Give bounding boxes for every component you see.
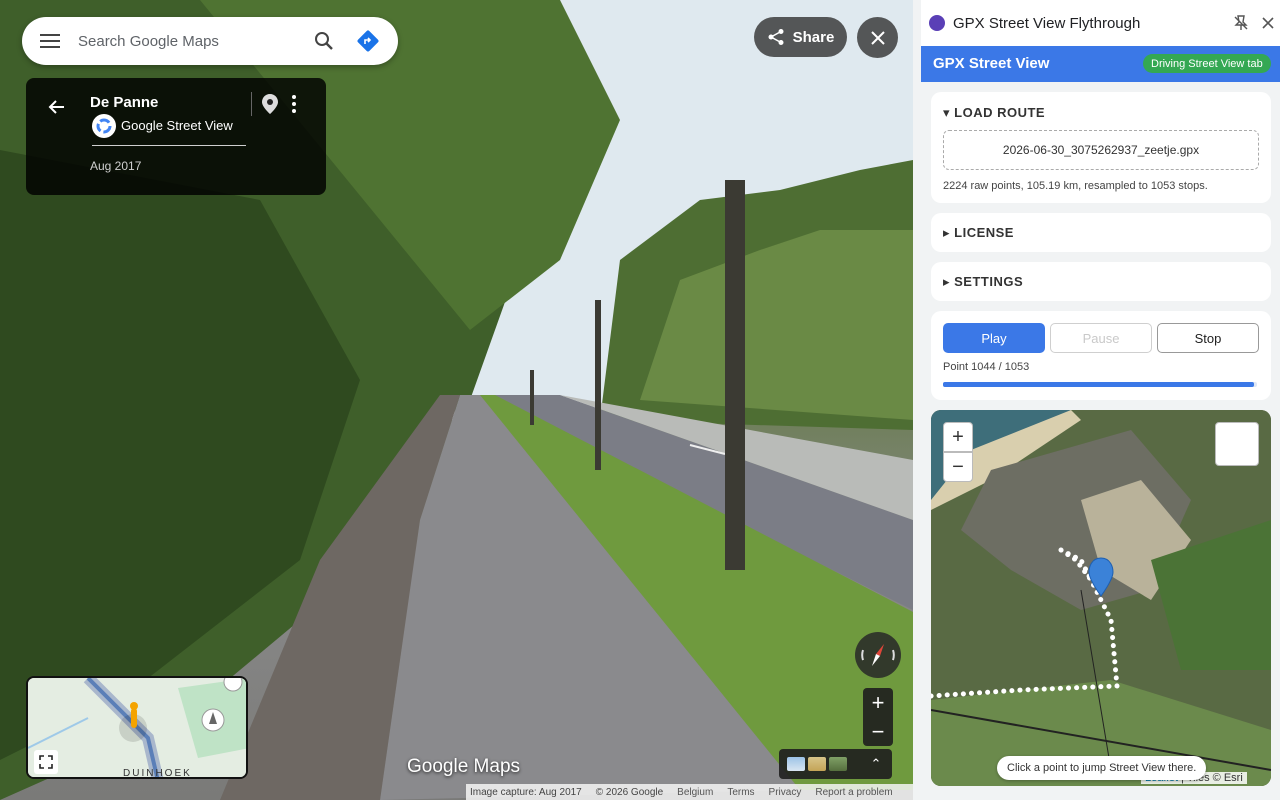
privacy-link[interactable]: Privacy [769,787,802,798]
share-button[interactable]: Share [754,17,847,57]
expand-up-icon[interactable]: ⌃ [865,753,887,775]
license-toggle[interactable]: ▸ LICENSE [943,225,1014,241]
map-zoom-out-button[interactable]: − [943,452,973,482]
pause-button[interactable]: Pause [1050,323,1152,353]
close-panel-icon[interactable] [1259,14,1277,32]
settings-section[interactable]: ▸ SETTINGS [931,262,1271,301]
maps-footer: Image capture: Aug 2017 © 2026 Google Be… [466,784,913,800]
extension-side-panel: GPX Street View Flythrough GPX Street Vi… [913,0,1280,800]
load-route-section: ▾ LOAD ROUTE 2026-06-30_3075262937_zeetj… [931,92,1271,203]
google-maps-logo: Google Maps [407,756,521,777]
zoom-out-button[interactable]: − [863,717,893,746]
place-title: De Panne [90,94,159,111]
status-badge: Driving Street View tab [1143,54,1271,73]
fullscreen-icon[interactable] [34,750,58,774]
route-stats: 2224 raw points, 105.19 km, resampled to… [943,180,1208,192]
close-icon [870,30,885,45]
settings-toggle[interactable]: ▸ SETTINGS [943,274,1023,290]
minimap-label: DUINHOEK [123,768,192,779]
license-section[interactable]: ▸ LICENSE [931,213,1271,252]
app-header: GPX Street View Driving Street View tab [921,46,1280,82]
country-link[interactable]: Belgium [677,787,713,798]
terms-link[interactable]: Terms [727,787,754,798]
close-button[interactable] [857,17,898,58]
imagery-provider: Google Street View [121,118,233,133]
share-label: Share [792,28,835,46]
load-route-heading: LOAD ROUTE [954,105,1046,120]
street-view-zoom-control: + − [863,688,893,746]
gpx-file-input[interactable]: 2026-06-30_3075262937_zeetje.gpx [943,130,1259,170]
street-view-pane[interactable]: Search Google Maps De Panne Google Stree… [0,0,913,800]
app-title: GPX Street View [933,55,1050,72]
side-panel-header: GPX Street View Flythrough [921,0,1280,46]
unpin-icon[interactable] [1232,14,1250,32]
load-route-toggle[interactable]: ▾ LOAD ROUTE [943,105,1045,121]
divider [251,92,252,116]
play-button[interactable]: Play [943,323,1045,353]
thumbnail-sky[interactable] [787,757,805,771]
image-capture-date: Image capture: Aug 2017 [470,786,582,798]
menu-icon[interactable] [22,17,78,65]
progress-fill [943,382,1255,387]
divider [92,145,246,146]
map-layers-button[interactable] [1215,422,1259,466]
more-options-icon[interactable] [286,92,302,116]
extension-icon [929,15,945,31]
settings-heading: SETTINGS [954,274,1024,289]
share-icon [768,29,784,45]
imagery-thumbnails: ⌃ [779,749,892,779]
satellite-map[interactable] [931,410,1271,786]
capture-date[interactable]: Aug 2017 [90,159,141,173]
search-input[interactable]: Search Google Maps [78,33,302,50]
progress-label: Point 1044 / 1053 [943,361,1030,373]
side-panel-title: GPX Street View Flythrough [953,15,1141,32]
map-zoom-in-button[interactable]: + [943,422,973,452]
progress-bar [943,382,1257,387]
minimap[interactable]: DUINHOEK [26,676,248,779]
zoom-in-button[interactable]: + [863,688,893,717]
playback-controls: Play Pause Stop Point 1044 / 1053 [931,311,1271,400]
back-arrow-icon[interactable] [44,94,70,120]
thumbnail-forest[interactable] [829,757,847,771]
search-box[interactable]: Search Google Maps [22,17,398,65]
route-map[interactable]: + − Leaflet | Tiles © Esri Click a point… [931,410,1271,786]
map-hint: Click a point to jump Street View there. [997,756,1207,780]
google-logo-icon [92,114,116,138]
directions-icon[interactable] [346,17,390,65]
report-problem-link[interactable]: Report a problem [815,787,892,798]
street-view-info-card: De Panne Google Street View Aug 2017 [26,78,326,195]
search-icon[interactable] [302,17,346,65]
thumbnail-sand[interactable] [808,757,826,771]
compass-icon[interactable] [855,632,901,678]
copyright: © 2026 Google [595,786,664,798]
location-pin-icon[interactable] [260,92,280,116]
stop-button[interactable]: Stop [1157,323,1259,353]
license-heading: LICENSE [954,225,1014,240]
